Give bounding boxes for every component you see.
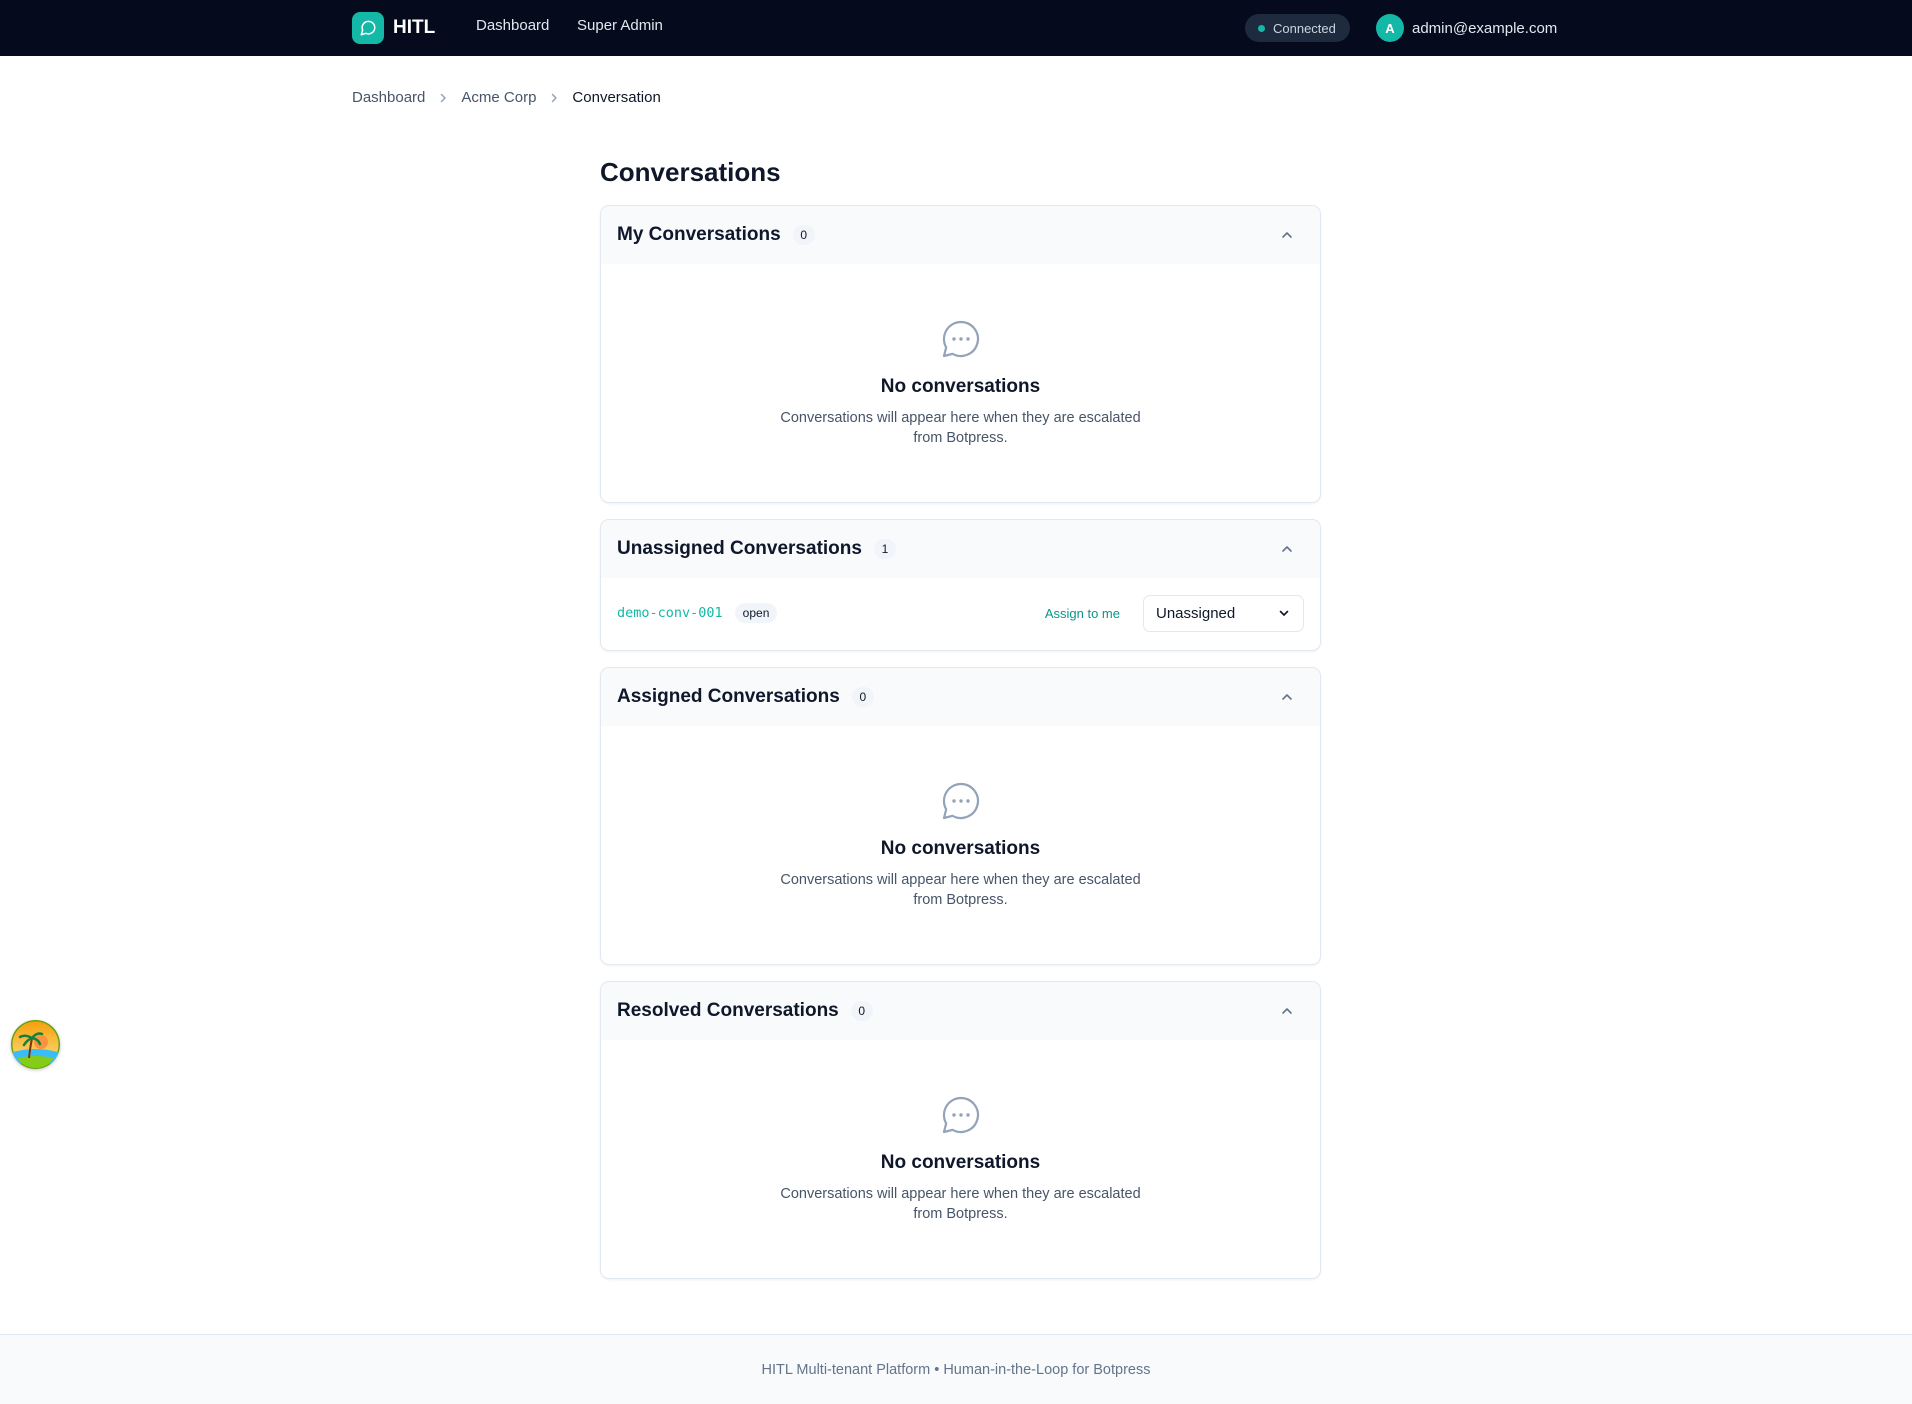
empty-description: Conversations will appear here when they… xyxy=(780,1186,1141,1222)
chat-bubble-icon xyxy=(942,320,979,358)
empty-title: No conversations xyxy=(880,1152,1041,1173)
section-my-conversations: My Conversations 0 No conversations Conv… xyxy=(600,205,1321,503)
avatar: A xyxy=(1376,14,1404,42)
chevron-up-icon[interactable] xyxy=(1280,1004,1294,1018)
assign-to-me-button[interactable]: Assign to me xyxy=(1045,606,1120,621)
section-header-assigned-conversations[interactable]: Assigned Conversations 0 xyxy=(601,668,1320,726)
section-resolved-conversations: Resolved Conversations 0 No conversation… xyxy=(600,981,1321,1279)
chat-bubble-icon xyxy=(942,1096,979,1134)
empty-state: No conversations Conversations will appe… xyxy=(601,726,1320,910)
breadcrumb-acme-corp[interactable]: Acme Corp xyxy=(461,89,536,106)
conversation-id-link[interactable]: demo-conv-001 xyxy=(617,605,723,621)
chat-bubble-logo-icon xyxy=(352,12,384,44)
chevron-right-icon xyxy=(437,92,449,104)
section-title: My Conversations xyxy=(617,224,781,245)
empty-title: No conversations xyxy=(880,376,1041,397)
nav-link-dashboard[interactable]: Dashboard xyxy=(476,17,549,34)
section-title: Resolved Conversations xyxy=(617,1000,839,1021)
connection-status-badge: Connected xyxy=(1245,14,1350,42)
section-assigned-conversations: Assigned Conversations 0 No conversation… xyxy=(600,667,1321,965)
empty-state: No conversations Conversations will appe… xyxy=(601,1040,1320,1224)
breadcrumb: Dashboard Acme Corp Conversation xyxy=(352,89,661,106)
section-header-resolved-conversations[interactable]: Resolved Conversations 0 xyxy=(601,982,1320,1040)
breadcrumb-current: Conversation xyxy=(572,89,661,106)
count-badge: 0 xyxy=(792,225,815,245)
empty-description: Conversations will appear here when they… xyxy=(780,410,1141,446)
status-badge: open xyxy=(734,603,778,623)
section-unassigned-conversations: Unassigned Conversations 1 demo-conv-001… xyxy=(600,519,1321,651)
section-header-my-conversations[interactable]: My Conversations 0 xyxy=(601,206,1320,264)
nav-link-super-admin[interactable]: Super Admin xyxy=(577,17,663,34)
chevron-down-icon xyxy=(1277,606,1291,620)
chevron-right-icon xyxy=(548,92,560,104)
count-badge: 0 xyxy=(851,687,874,707)
section-title: Unassigned Conversations xyxy=(617,538,862,559)
empty-title: No conversations xyxy=(880,838,1041,859)
footer: HITL Multi-tenant Platform • Human-in-th… xyxy=(0,1334,1912,1404)
beach-palm-icon xyxy=(11,1020,60,1069)
footer-text: HITL Multi-tenant Platform • Human-in-th… xyxy=(761,1361,1151,1378)
assignee-select[interactable]: Unassigned xyxy=(1143,594,1304,632)
assignee-select-value: Unassigned xyxy=(1156,604,1236,622)
section-header-unassigned-conversations[interactable]: Unassigned Conversations 1 xyxy=(601,520,1320,578)
empty-state: No conversations Conversations will appe… xyxy=(601,264,1320,448)
user-menu[interactable]: A admin@example.com xyxy=(1376,14,1557,42)
brand[interactable]: HITL xyxy=(352,12,435,44)
breadcrumb-dashboard[interactable]: Dashboard xyxy=(352,89,425,106)
empty-description: Conversations will appear here when they… xyxy=(780,872,1141,908)
connection-status-text: Connected xyxy=(1273,20,1336,36)
chevron-up-icon[interactable] xyxy=(1280,690,1294,704)
chevron-up-icon[interactable] xyxy=(1280,228,1294,242)
top-navbar: HITL Dashboard Super Admin Connected A a… xyxy=(0,0,1912,56)
chat-bubble-icon xyxy=(942,782,979,820)
section-title: Assigned Conversations xyxy=(617,686,840,707)
conversation-row: demo-conv-001 open Assign to me Unassign… xyxy=(601,578,1320,648)
chevron-up-icon[interactable] xyxy=(1280,542,1294,556)
page-title: Conversations xyxy=(600,157,781,187)
user-email: admin@example.com xyxy=(1412,19,1558,37)
count-badge: 1 xyxy=(873,539,896,559)
floating-widget-button[interactable] xyxy=(11,1020,60,1069)
status-dot-icon xyxy=(1258,24,1265,32)
brand-name: HITL xyxy=(393,17,436,38)
count-badge: 0 xyxy=(850,1001,873,1021)
